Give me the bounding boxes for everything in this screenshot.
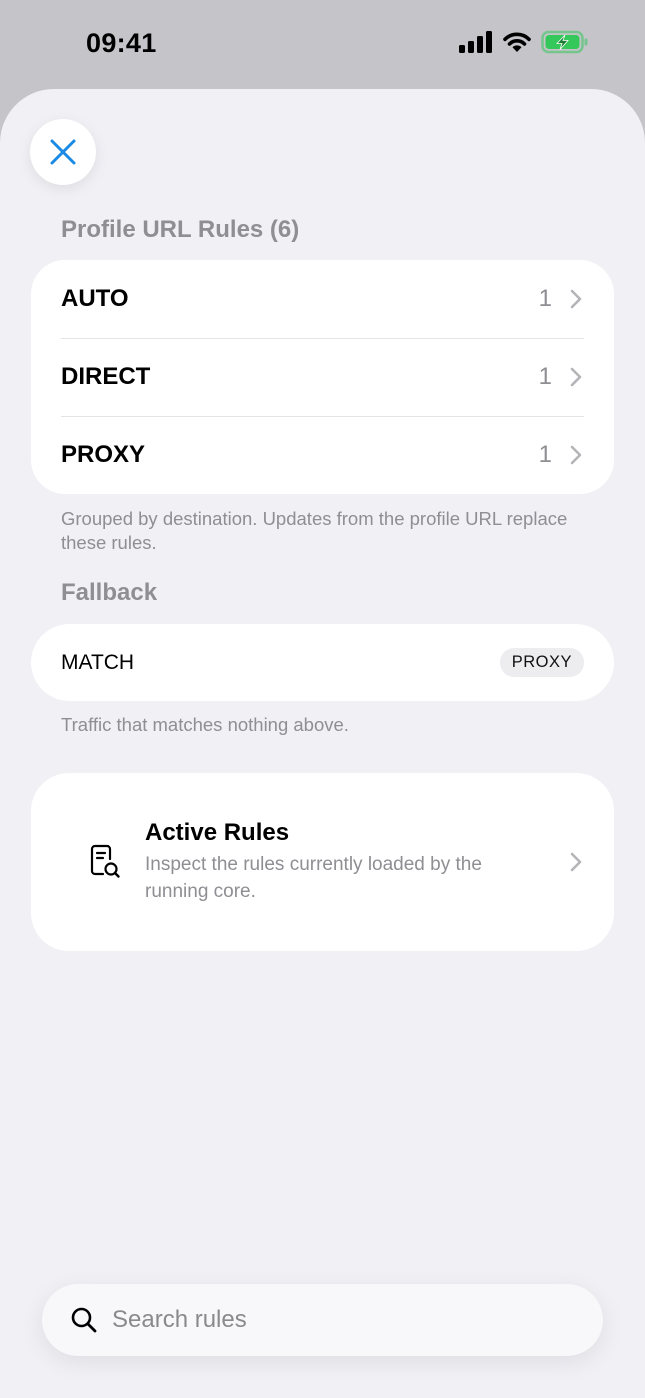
rule-group-auto[interactable]: AUTO 1 bbox=[31, 260, 614, 338]
rule-group-name: AUTO bbox=[61, 285, 129, 312]
chevron-right-icon bbox=[570, 852, 582, 872]
wifi-icon bbox=[503, 32, 531, 52]
fallback-match-row: MATCH PROXY bbox=[31, 624, 614, 701]
rule-group-name: PROXY bbox=[61, 441, 146, 468]
active-rules-title: Active Rules bbox=[145, 819, 290, 846]
search-bar[interactable] bbox=[42, 1284, 603, 1356]
active-rules-subtitle: Inspect the rules currently loaded by th… bbox=[145, 854, 482, 902]
fallback-footnote: Traffic that matches nothing above. bbox=[61, 714, 349, 735]
status-icons bbox=[459, 30, 589, 54]
chevron-right-icon bbox=[570, 367, 582, 387]
document-search-icon bbox=[90, 844, 120, 878]
rules-sheet: Profile URL Rules (6) AUTO 1 DIRECT 1 PR… bbox=[0, 89, 645, 1398]
rule-group-direct[interactable]: DIRECT 1 bbox=[31, 338, 614, 416]
rule-group-count: 1 bbox=[538, 363, 552, 390]
rule-group-proxy[interactable]: PROXY 1 bbox=[31, 416, 614, 494]
profile-rules-header: Profile URL Rules (6) bbox=[61, 216, 300, 243]
policy-badge: PROXY bbox=[499, 648, 584, 677]
close-button[interactable] bbox=[30, 119, 96, 185]
chevron-right-icon bbox=[570, 445, 582, 465]
search-icon bbox=[71, 1307, 97, 1333]
match-label: MATCH bbox=[61, 650, 135, 674]
active-rules-text: Active Rules Inspect the rules currently… bbox=[145, 819, 570, 905]
search-input[interactable] bbox=[112, 1306, 532, 1334]
close-icon bbox=[50, 139, 76, 165]
rule-group-name: DIRECT bbox=[61, 363, 151, 390]
profile-rules-footnote: Grouped by destination. Updates from the… bbox=[61, 508, 568, 553]
battery-charging-icon bbox=[541, 30, 588, 54]
rule-group-count: 1 bbox=[538, 285, 552, 312]
profile-rules-list: AUTO 1 DIRECT 1 PROXY 1 bbox=[31, 260, 614, 494]
active-rules-row[interactable]: Active Rules Inspect the rules currently… bbox=[31, 773, 614, 951]
cellular-signal-icon bbox=[459, 31, 492, 53]
status-time: 09:41 bbox=[86, 28, 157, 58]
rule-group-count: 1 bbox=[538, 441, 552, 468]
chevron-right-icon bbox=[570, 289, 582, 309]
fallback-header: Fallback bbox=[61, 579, 158, 606]
status-bar: 09:41 bbox=[0, 0, 645, 88]
